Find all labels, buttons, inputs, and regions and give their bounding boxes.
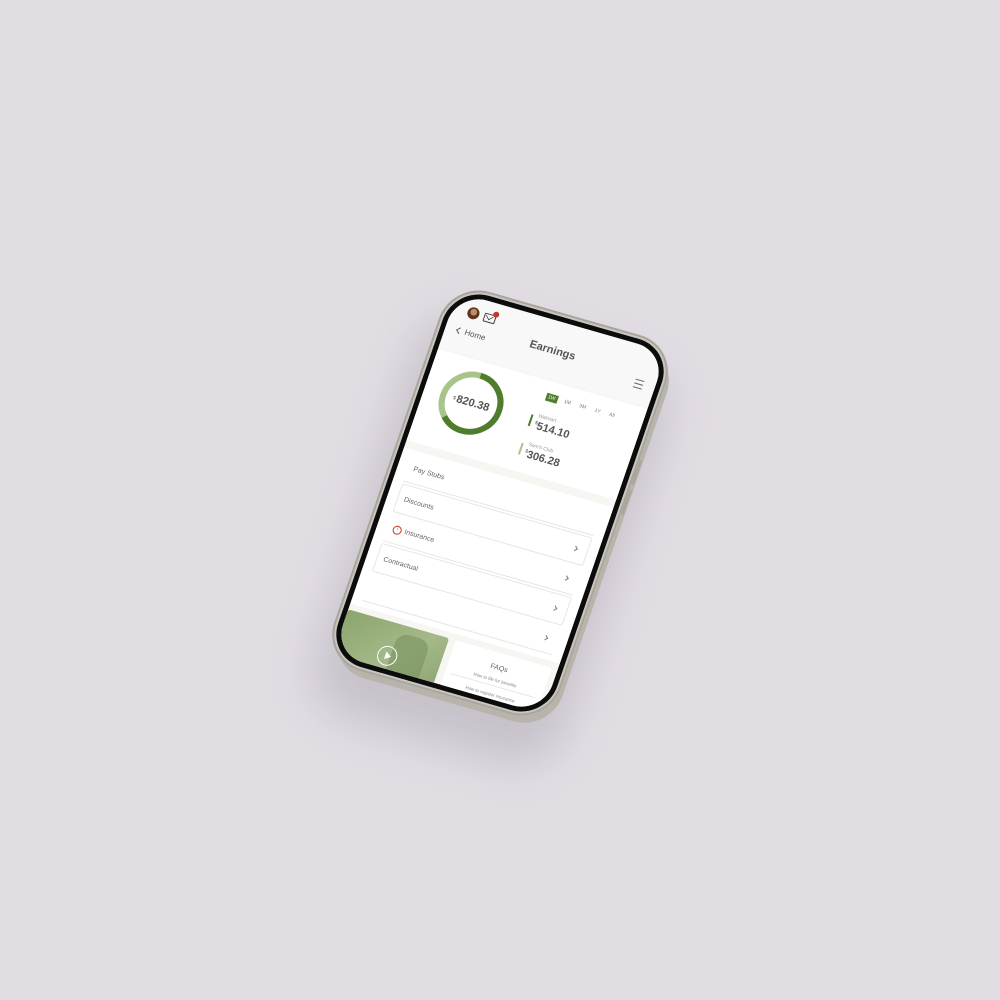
notification-badge — [492, 310, 501, 319]
phone-bezel: Home Earnings $820.38 1W 1M 3M 1Y All Wa… — [326, 286, 674, 720]
merchant-color-bar — [517, 442, 524, 455]
avatar[interactable] — [465, 305, 482, 321]
range-option[interactable]: All — [606, 410, 618, 420]
list-item-label: Discounts — [402, 496, 435, 512]
chevron-right-icon — [551, 605, 558, 611]
range-option[interactable]: 1M — [561, 397, 574, 408]
app-screen: Home Earnings $820.38 1W 1M 3M 1Y All Wa… — [332, 292, 668, 714]
chevron-right-icon — [542, 635, 549, 641]
range-option[interactable]: 3M — [576, 402, 589, 413]
total-amount: 820.38 — [454, 393, 491, 414]
range-option[interactable]: 1Y — [591, 406, 603, 416]
total-earnings: $820.38 — [426, 360, 516, 446]
list-item-label: Contractual — [382, 555, 420, 573]
mockup-stage: Home Earnings $820.38 1W 1M 3M 1Y All Wa… — [0, 0, 1000, 1000]
hamburger-menu-icon[interactable] — [632, 378, 645, 390]
merchant-color-bar — [527, 414, 534, 427]
chevron-right-icon — [563, 575, 569, 581]
range-option[interactable]: 1W — [544, 392, 559, 404]
list-item-label: Insurance — [403, 528, 436, 544]
phone-frame: Home Earnings $820.38 1W 1M 3M 1Y All Wa… — [321, 281, 679, 725]
list-item-label: Pay Stubs — [412, 465, 446, 481]
alert-icon: ! — [391, 524, 404, 536]
chevron-right-icon — [572, 545, 578, 552]
play-icon[interactable] — [374, 643, 401, 669]
range-selector: 1W 1M 3M 1Y All — [544, 392, 618, 421]
